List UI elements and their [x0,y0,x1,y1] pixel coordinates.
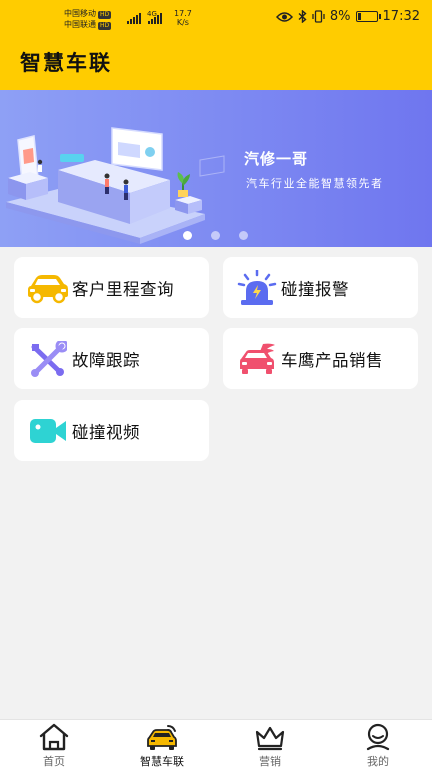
video-camera-icon [27,413,69,449]
winged-car-icon [236,341,278,377]
nav-label: 智慧车联 [140,755,184,768]
banner-carousel[interactable]: 汽修一哥 汽车行业全能智慧领先者 [0,90,432,247]
vibrate-icon [312,10,325,23]
battery-icon [355,11,381,22]
app-header: 智慧车联 [0,34,432,90]
collision-alarm-button[interactable]: 碰撞报警 [223,257,418,318]
speed-unit: K/s [176,18,189,27]
nav-label: 首页 [43,755,65,768]
carousel-dot[interactable] [239,231,248,240]
customer-mileage-query-button[interactable]: 客户里程查询 [14,257,209,318]
carousel-dot[interactable] [211,231,220,240]
user-icon [366,723,390,751]
nav-label: 我的 [367,755,389,768]
hd-badge: HD [98,11,112,19]
nav-item-home[interactable]: 首页 [0,720,108,768]
carrier-1: 中国移动 [64,9,96,18]
carrier-2: 中国联通 [64,20,96,29]
signal-icon [127,12,141,24]
nav-label: 营销 [259,755,281,768]
banner-subtitle: 汽车行业全能智慧领先者 [246,177,384,190]
crown-icon [255,726,285,751]
fault-tracking-button[interactable]: 故障跟踪 [14,328,209,389]
hd-badge: HD [98,22,112,30]
status-right: 8% 17:32 [275,9,420,24]
bottom-navigation: 首页 智慧车联 营销 我的 [0,719,432,768]
carousel-indicator [183,231,248,240]
page-title: 智慧车联 [20,51,112,75]
car-signal-icon [147,725,177,750]
banner-title: 汽修一哥 [244,150,309,168]
card-label: 故障跟踪 [72,350,140,370]
card-label: 客户里程查询 [72,279,174,299]
status-bar: 中国移动 HD 中国联通 HD 4G 17.7 K/s 8% 17:32 [0,0,432,34]
car-icon [27,270,69,306]
carousel-dot[interactable] [183,231,192,240]
tools-icon [27,340,69,377]
bluetooth-icon [298,10,307,23]
nav-item-marketing[interactable]: 营销 [216,720,324,768]
banner-illustration [6,127,225,244]
alarm-light-icon [236,269,278,306]
net-type: 4G [147,10,157,18]
eye-icon [275,11,293,22]
home-icon [39,723,69,751]
card-label: 碰撞报警 [281,279,349,299]
collision-video-button[interactable]: 碰撞视频 [14,400,209,461]
network-speed: 17.7 K/s [174,9,192,27]
speed-value: 17.7 [174,9,192,18]
nav-item-mine[interactable]: 我的 [324,720,432,768]
carrier-info: 中国移动 HD 中国联通 HD [64,8,112,30]
battery-percent: 8% [329,9,351,24]
cheying-product-sales-button[interactable]: 车鹰产品销售 [223,328,418,389]
clock: 17:32 [382,9,420,24]
nav-item-smart-connect[interactable]: 智慧车联 [108,720,216,768]
card-label: 碰撞视频 [72,422,140,442]
card-label: 车鹰产品销售 [281,350,383,370]
